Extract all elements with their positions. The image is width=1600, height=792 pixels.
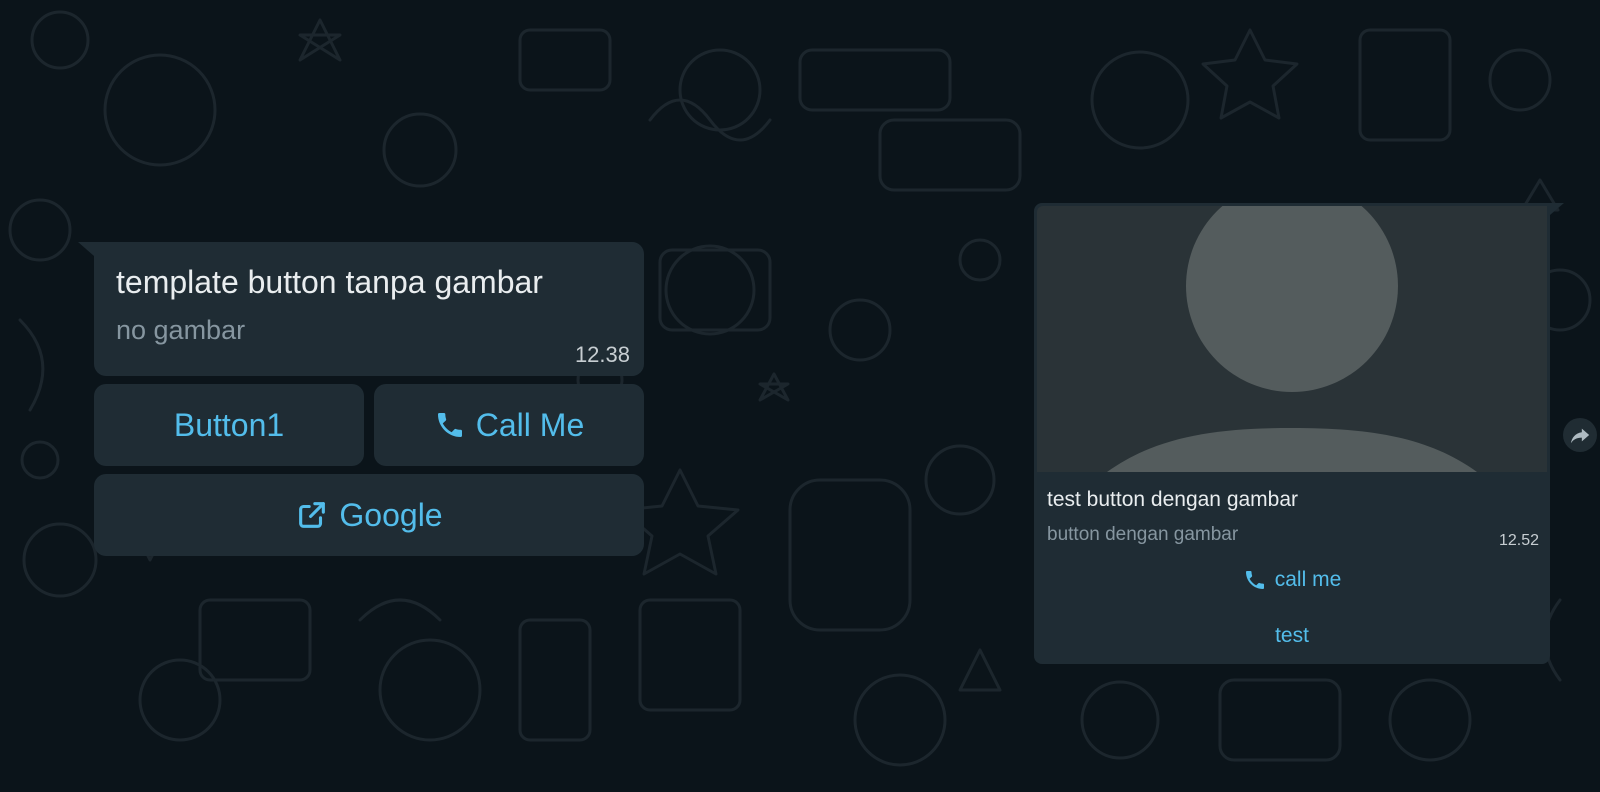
google-link-button[interactable]: Google — [94, 474, 644, 556]
forward-icon — [1569, 424, 1591, 446]
message-subtitle: button dengan gambar — [1047, 524, 1239, 545]
button-row: Button1 Call Me — [94, 384, 644, 466]
bubble-tail — [78, 242, 94, 256]
default-avatar-image[interactable] — [1037, 206, 1547, 472]
button-label: call me — [1274, 568, 1342, 591]
message-title: test button dengan gambar — [1047, 488, 1299, 511]
bubble-tail — [1550, 203, 1564, 215]
message-bubble: template button tanpa gambar no gambar 1… — [78, 242, 644, 376]
button-label: Button1 — [173, 406, 285, 443]
message-title: template button tanpa gambar — [116, 264, 543, 300]
test-button[interactable]: test — [1037, 608, 1547, 664]
message-caption: test button dengan gambar button dengan … — [1037, 472, 1547, 552]
phone-icon — [434, 409, 466, 441]
forward-button[interactable] — [1563, 418, 1597, 452]
template-message-no-image: template button tanpa gambar no gambar 1… — [78, 242, 644, 556]
button1-button[interactable]: Button1 — [94, 384, 364, 466]
message-bubble: test button dengan gambar button dengan … — [1034, 203, 1564, 664]
message-time: 12.38 — [574, 342, 630, 367]
message-subtitle: no gambar — [116, 315, 246, 345]
button-label: Call Me — [475, 406, 585, 443]
external-link-icon — [295, 498, 329, 532]
button-label: test — [1275, 624, 1309, 647]
button-label: Google — [339, 496, 443, 533]
message-time: 12.52 — [1498, 532, 1539, 549]
call-me-button[interactable]: call me — [1037, 552, 1547, 608]
call-me-button[interactable]: Call Me — [374, 384, 644, 466]
template-message-with-image: test button dengan gambar button dengan … — [1034, 203, 1564, 664]
phone-icon — [1243, 568, 1267, 592]
